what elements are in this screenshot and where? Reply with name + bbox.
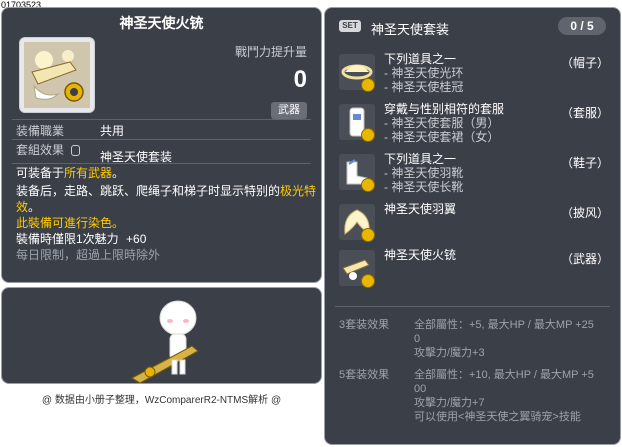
set-item-line: - 神圣天使套裙（女）: [384, 130, 500, 144]
weapon-category-badge: 武器: [271, 102, 307, 119]
desc-text: 。: [112, 166, 125, 180]
desc-highlight: 极光特: [280, 184, 317, 198]
desc-aurora-line-2: 效。: [16, 199, 40, 215]
item-tooltip-panel: 神圣天使火铳 戰鬥力提升量 0 武器 装備職業 共用 套組效果 神圣天使套装 可…: [1, 7, 322, 283]
charm-bonus-value: +60: [126, 232, 147, 246]
set-item-line: - 神圣天使光环: [384, 66, 464, 80]
set-bonus-text: 全部屬性：+10, 最大HP / 最大MP +5 00 攻擊力/魔力+7 可以使…: [414, 368, 614, 424]
set-bonus-line: 全部屬性：+5, 最大HP / 最大MP +25: [414, 319, 594, 331]
daily-limit-line: 每日限制，超過上限時除外: [16, 248, 161, 262]
divider: [335, 306, 610, 307]
desc-text: 装备后，走路、跳跃、爬绳子和梯子时显示特别的: [16, 184, 281, 198]
unequipped-ring-icon: [361, 228, 375, 242]
job-value-text: 共用: [100, 124, 125, 138]
set-bonus-line: 可以使用<神圣天使之翼骑宠>技能: [414, 411, 581, 423]
set-effect-panel: SET 神圣天使套装 0 / 5 下列道具之一 - 神圣天使光环 - 神圣天使桂…: [324, 7, 621, 445]
set-bonus-line: 全部屬性：+10, 最大HP / 最大MP +5: [414, 369, 594, 381]
divider: [12, 139, 311, 140]
unequipped-ring-icon: [361, 274, 375, 288]
unequipped-ring-icon: [361, 128, 375, 142]
divider: [12, 163, 311, 164]
set-item-line: 穿戴与性别相符的套服: [384, 102, 505, 116]
desc-aurora-line: 装备后，走路、跳跃、爬绳子和梯子时显示特别的极光特: [16, 183, 316, 199]
desc-highlight: 所有武器: [64, 166, 113, 180]
job-label: 装備職業: [16, 124, 65, 138]
set-item-lines: 神圣天使羽翼: [384, 202, 456, 216]
set-item-category: （鞋子）: [560, 156, 609, 170]
set-item-lines: 下列道具之一 - 神圣天使羽靴 - 神圣天使长靴: [384, 152, 463, 194]
set-item-line: 神圣天使火铳: [384, 248, 457, 262]
set-item-lines: 穿戴与性别相符的套服 - 神圣天使套服（男） - 神圣天使套裙（女）: [384, 102, 504, 144]
character-avatar: [131, 300, 199, 383]
character-preview-panel: [1, 287, 322, 384]
desc-equip-line: 可装备于所有武器。: [16, 165, 124, 181]
set-item-line: - 神圣天使桂冠: [384, 80, 464, 94]
set-bonus-label: 3套装效果: [339, 319, 390, 331]
item-title: 神圣天使火铳: [119, 15, 204, 31]
set-effect-label: 套組效果: [16, 143, 65, 157]
divider: [12, 119, 311, 120]
job-row: 装備職業: [16, 122, 64, 139]
desc-text: 可装备于: [16, 166, 65, 180]
set-bonus-label: 5套装效果: [339, 369, 390, 381]
credit-line: @ 数据由小册子整理，WzComparerR2-NTMS解析 @: [41, 395, 282, 406]
set-bonus-line: 攻擊力/魔力+3: [414, 347, 485, 359]
set-item-line: - 神圣天使长靴: [384, 180, 464, 194]
set-badge: SET: [339, 20, 361, 32]
set-item-category: （披风）: [560, 206, 609, 220]
set-lock-icon: [71, 145, 81, 157]
set-bonus-text: 全部屬性：+5, 最大HP / 最大MP +25 0 攻擊力/魔力+3: [414, 318, 614, 360]
set-item-lines: 神圣天使火铳: [384, 248, 456, 262]
set-name: 神圣天使套装: [371, 22, 450, 37]
item-icon-frame: [19, 37, 95, 113]
set-item-line: 下列道具之一: [384, 152, 457, 166]
unequipped-ring-icon: [361, 78, 375, 92]
charm-bonus-line: 裝備時僅限1次魅力 +60: [16, 231, 146, 247]
combat-power-value: 0: [293, 66, 307, 93]
desc-text: 裝備時僅限1次魅力: [16, 232, 119, 246]
set-item-line: 神圣天使羽翼: [384, 202, 457, 216]
set-bonus-line: 0: [414, 333, 421, 345]
set-item-line: 下列道具之一: [384, 52, 457, 66]
set-item-line: - 神圣天使羽靴: [384, 166, 464, 180]
set-bonus-5: 5套装效果 全部屬性：+10, 最大HP / 最大MP +5 00 攻擊力/魔力…: [339, 368, 614, 428]
set-effect-value-text: 神圣天使套装: [100, 150, 173, 164]
set-count-badge: 0 / 5: [558, 17, 606, 35]
set-bonus-3: 3套装效果 全部屬性：+5, 最大HP / 最大MP +25 0 攻擊力/魔力+…: [339, 318, 614, 360]
angelic-gun-icon: [24, 42, 90, 108]
set-effect-row: 套組效果: [16, 141, 81, 158]
desc-text: 。: [28, 200, 41, 214]
set-item-category: （套服）: [560, 106, 609, 120]
set-item-lines: 下列道具之一 - 神圣天使光环 - 神圣天使桂冠: [384, 52, 463, 94]
set-bonus-line: 攻擊力/魔力+7: [414, 397, 485, 409]
set-item-line: - 神圣天使套服（男）: [384, 116, 500, 130]
set-item-category: （武器）: [560, 252, 609, 266]
job-value: 共用: [100, 122, 124, 139]
combat-power-label: 戰鬥力提升量: [234, 45, 307, 59]
set-item-category: （帽子）: [560, 56, 609, 70]
desc-highlight: 效: [16, 200, 29, 214]
unequipped-ring-icon: [361, 178, 375, 192]
set-bonus-line: 00: [414, 383, 427, 395]
dye-notice: 此裝備可進行染色。: [16, 216, 125, 230]
